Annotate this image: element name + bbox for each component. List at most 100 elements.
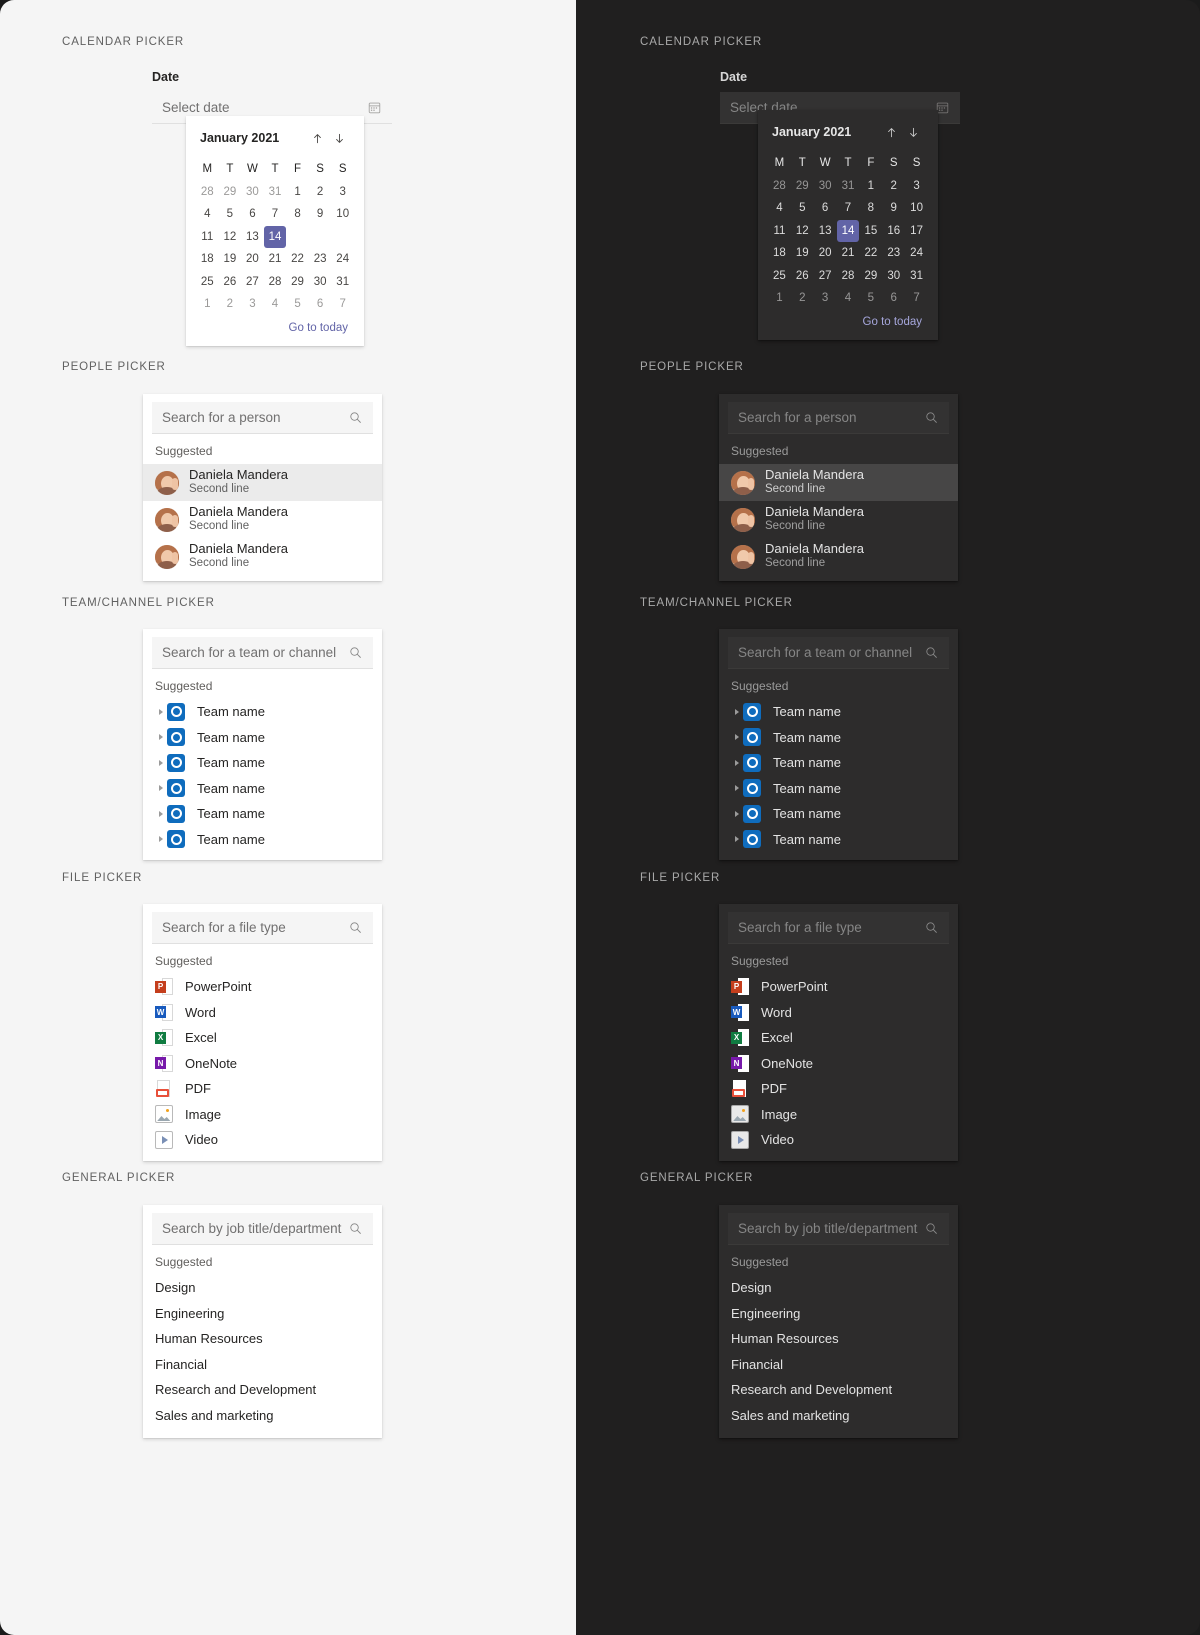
general-list-item[interactable]: Human Resources <box>143 1326 382 1352</box>
calendar-day-cell[interactable]: 12 <box>791 220 814 243</box>
calendar-day-cell[interactable]: 31 <box>264 181 287 204</box>
arrow-up-icon[interactable] <box>306 128 328 148</box>
calendar-day-cell[interactable]: 27 <box>814 265 837 288</box>
general-search-input[interactable]: Search by job title/department <box>152 1213 373 1245</box>
person-list-item[interactable]: Daniela Mandera Second line <box>143 464 382 501</box>
calendar-day-cell[interactable]: 21 <box>264 248 287 271</box>
calendar-day-grid[interactable]: 2829303112345678910111213141516171819202… <box>196 181 354 316</box>
general-list-item[interactable]: Sales and marketing <box>143 1403 382 1429</box>
file-search-input-dark[interactable]: Search for a file type <box>728 912 949 944</box>
team-list-item[interactable]: Team name <box>719 801 958 827</box>
calendar-day-cell[interactable]: 23 <box>309 248 332 271</box>
calendar-day-cell[interactable]: 17 <box>905 220 928 243</box>
file-type-list-item[interactable]: W Word <box>719 1000 958 1026</box>
calendar-day-cell[interactable]: 11 <box>768 220 791 243</box>
calendar-day-cell[interactable]: 25 <box>196 271 219 294</box>
general-list-item[interactable]: Research and Development <box>719 1377 958 1403</box>
calendar-day-cell[interactable]: 28 <box>264 271 287 294</box>
arrow-down-icon[interactable] <box>902 122 924 142</box>
file-type-list-item[interactable]: Video <box>143 1127 382 1153</box>
chevron-right-icon[interactable] <box>155 836 167 843</box>
person-list-item[interactable]: Daniela Mandera Second line <box>719 538 958 575</box>
calendar-day-cell[interactable]: 5 <box>286 293 309 316</box>
arrow-up-icon[interactable] <box>880 122 902 142</box>
calendar-day-cell[interactable]: 16 <box>309 226 332 249</box>
calendar-day-cell[interactable]: 26 <box>791 265 814 288</box>
calendar-day-cell[interactable]: 16 <box>882 220 905 243</box>
file-type-list-item[interactable]: P PowerPoint <box>143 974 382 1000</box>
calendar-day-cell[interactable]: 1 <box>196 293 219 316</box>
chevron-right-icon[interactable] <box>731 734 743 741</box>
file-type-list-item[interactable]: N OneNote <box>719 1051 958 1077</box>
calendar-day-cell[interactable]: 15 <box>859 220 882 243</box>
team-list-item[interactable]: Team name <box>719 725 958 751</box>
calendar-day-cell[interactable]: 28 <box>196 181 219 204</box>
calendar-day-cell[interactable]: 12 <box>219 226 242 249</box>
calendar-day-cell[interactable]: 23 <box>882 242 905 265</box>
general-list-item[interactable]: Financial <box>719 1352 958 1378</box>
team-search-input[interactable]: Search for a team or channel <box>152 637 373 669</box>
calendar-day-cell[interactable]: 2 <box>791 287 814 310</box>
calendar-day-cell[interactable]: 18 <box>196 248 219 271</box>
file-type-list-item[interactable]: W Word <box>143 1000 382 1026</box>
calendar-day-cell[interactable]: 8 <box>859 197 882 220</box>
calendar-day-cell[interactable]: 26 <box>219 271 242 294</box>
search-icon[interactable] <box>923 920 939 936</box>
calendar-day-cell[interactable]: 9 <box>309 203 332 226</box>
file-type-list-item[interactable]: Image <box>719 1102 958 1128</box>
calendar-day-cell[interactable]: 20 <box>241 248 264 271</box>
team-list-item[interactable]: Team name <box>719 827 958 853</box>
calendar-day-cell[interactable]: 19 <box>219 248 242 271</box>
calendar-day-cell[interactable]: 29 <box>791 175 814 198</box>
calendar-day-cell[interactable]: 30 <box>814 175 837 198</box>
calendar-day-cell[interactable]: 29 <box>219 181 242 204</box>
calendar-day-grid-dark[interactable]: 28 29 30 31 1 2 3 4 5 6 7 8 9 10 11 12 13 14 15 16 17 18 19 20 2… <box>768 175 928 310</box>
person-list-item[interactable]: Daniela Mandera Second line <box>719 501 958 538</box>
calendar-day-cell[interactable]: 22 <box>859 242 882 265</box>
chevron-right-icon[interactable] <box>731 708 743 715</box>
general-search-input-dark[interactable]: Search by job title/department <box>728 1213 949 1245</box>
chevron-right-icon[interactable] <box>155 708 167 715</box>
file-type-list-item[interactable]: Video <box>719 1127 958 1153</box>
calendar-day-cell[interactable]: 2 <box>882 175 905 198</box>
calendar-day-cell[interactable]: 14 <box>263 225 287 249</box>
calendar-day-cell[interactable]: 7 <box>264 203 287 226</box>
search-icon[interactable] <box>923 410 939 426</box>
calendar-day-cell[interactable]: 28 <box>768 175 791 198</box>
calendar-day-cell[interactable]: 31 <box>331 271 354 294</box>
calendar-day-cell[interactable]: 30 <box>241 181 264 204</box>
calendar-day-cell[interactable]: 27 <box>241 271 264 294</box>
calendar-day-cell[interactable]: 25 <box>768 265 791 288</box>
calendar-day-cell[interactable]: 20 <box>814 242 837 265</box>
calendar-day-cell[interactable]: 29 <box>286 271 309 294</box>
team-list-item[interactable]: Team name <box>719 699 958 725</box>
calendar-day-cell[interactable]: 31 <box>837 175 860 198</box>
team-list-item[interactable]: Team name <box>143 750 382 776</box>
search-icon[interactable] <box>347 410 363 426</box>
file-type-list-item[interactable]: Image <box>143 1102 382 1128</box>
search-icon[interactable] <box>347 1221 363 1237</box>
calendar-day-cell[interactable]: 10 <box>331 203 354 226</box>
calendar-day-cell[interactable]: 3 <box>241 293 264 316</box>
calendar-day-cell[interactable]: 29 <box>859 265 882 288</box>
calendar-day-cell[interactable]: 8 <box>286 203 309 226</box>
team-list-item[interactable]: Team name <box>143 801 382 827</box>
calendar-day-cell[interactable]: 30 <box>882 265 905 288</box>
calendar-day-cell[interactable]: 7 <box>905 287 928 310</box>
general-list-item[interactable]: Human Resources <box>719 1326 958 1352</box>
file-type-list-item[interactable]: PDF <box>143 1076 382 1102</box>
calendar-day-cell[interactable]: 7 <box>331 293 354 316</box>
calendar-day-cell[interactable]: 6 <box>241 203 264 226</box>
calendar-day-cell[interactable]: 30 <box>309 271 332 294</box>
general-list-item[interactable]: Financial <box>143 1352 382 1378</box>
team-list-item[interactable]: Team name <box>143 776 382 802</box>
chevron-right-icon[interactable] <box>731 759 743 766</box>
team-list-item[interactable]: Team name <box>143 827 382 853</box>
chevron-right-icon[interactable] <box>731 836 743 843</box>
calendar-day-cell[interactable]: 7 <box>837 197 860 220</box>
search-icon[interactable] <box>923 1221 939 1237</box>
people-search-input-dark[interactable]: Search for a person <box>728 402 949 434</box>
calendar-day-cell[interactable]: 6 <box>882 287 905 310</box>
person-list-item[interactable]: Daniela Mandera Second line <box>143 501 382 538</box>
calendar-day-cell[interactable]: 1 <box>768 287 791 310</box>
